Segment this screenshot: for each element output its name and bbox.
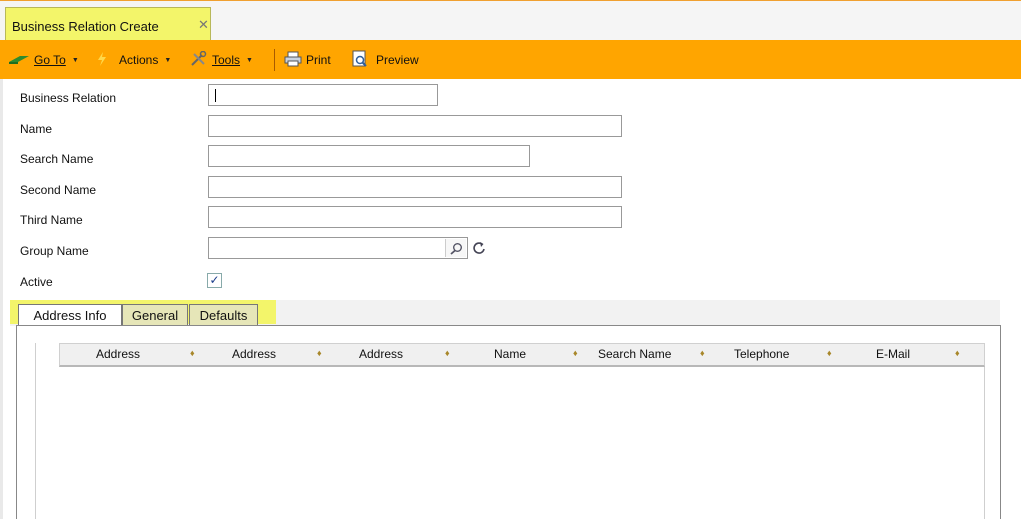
magnifier-icon	[449, 242, 462, 255]
column-header-name[interactable]: Name	[494, 347, 526, 361]
left-edge	[0, 79, 3, 519]
goto-label: Go To	[34, 53, 66, 67]
sort-icon[interactable]: ♦	[955, 348, 960, 358]
goto-button[interactable]: Go To ▼	[8, 51, 79, 69]
tools-icon	[190, 50, 208, 70]
tools-label: Tools	[212, 53, 241, 67]
toolbar: Go To ▼ Actions ▼ Tools ▼ Print Preview	[0, 40, 1021, 79]
tools-button[interactable]: Tools ▼	[190, 50, 253, 70]
sort-icon[interactable]: ♦	[573, 348, 578, 358]
chevron-down-icon: ▼	[164, 56, 172, 64]
print-button[interactable]: Print	[284, 51, 331, 69]
preview-label: Preview	[376, 53, 419, 67]
tab-defaults[interactable]: Defaults	[189, 304, 258, 325]
sort-icon[interactable]: ♦	[827, 348, 832, 358]
document-tab[interactable]: Business Relation Create ✕	[5, 7, 211, 41]
tab-address-info[interactable]: Address Info	[18, 304, 122, 326]
column-header-email[interactable]: E-Mail	[876, 347, 910, 361]
lightning-icon	[97, 51, 107, 69]
tab-general[interactable]: General	[122, 304, 188, 325]
close-icon[interactable]: ✕	[198, 17, 209, 33]
refresh-icon[interactable]	[472, 241, 486, 258]
sort-icon[interactable]: ♦	[317, 348, 322, 358]
sort-icon[interactable]: ♦	[445, 348, 450, 358]
second-name-input[interactable]	[208, 176, 622, 198]
third-name-label: Third Name	[20, 213, 83, 227]
second-name-label: Second Name	[20, 183, 97, 197]
active-label: Active	[20, 275, 53, 289]
preview-icon	[351, 50, 369, 71]
document-tab-title: Business Relation Create	[12, 19, 159, 34]
text-cursor	[215, 89, 216, 102]
column-header-telephone[interactable]: Telephone	[734, 347, 789, 361]
column-header-address-1[interactable]: Address	[96, 347, 140, 361]
goto-icon	[8, 53, 30, 68]
name-input[interactable]	[208, 115, 622, 137]
active-checkbox[interactable]: ✓	[207, 273, 222, 288]
column-header-address-2[interactable]: Address	[232, 347, 276, 361]
sort-icon[interactable]: ♦	[700, 348, 705, 358]
group-name-label: Group Name	[20, 244, 89, 258]
sort-icon[interactable]: ♦	[190, 348, 195, 358]
group-name-input[interactable]	[208, 237, 468, 259]
preview-button[interactable]: Preview	[351, 50, 419, 71]
chevron-down-icon: ▼	[71, 56, 79, 64]
search-name-label: Search Name	[20, 152, 94, 166]
chevron-down-icon: ▼	[246, 56, 253, 64]
print-label: Print	[306, 53, 331, 67]
name-label: Name	[20, 122, 53, 136]
column-header-address-3[interactable]: Address	[359, 347, 403, 361]
lookup-button[interactable]	[445, 239, 466, 257]
toolbar-separator	[274, 49, 275, 71]
column-header-search-name[interactable]: Search Name	[598, 347, 671, 361]
business-relation-label: Business Relation	[20, 91, 117, 105]
search-name-input[interactable]	[208, 145, 530, 167]
printer-icon	[284, 51, 302, 70]
actions-label: Actions	[119, 53, 159, 67]
business-relation-input[interactable]	[208, 84, 438, 106]
actions-button[interactable]: Actions ▼	[97, 51, 171, 69]
third-name-input[interactable]	[208, 206, 622, 228]
document-tab-strip: Business Relation Create ✕	[0, 0, 1021, 41]
address-grid[interactable]	[35, 343, 985, 519]
